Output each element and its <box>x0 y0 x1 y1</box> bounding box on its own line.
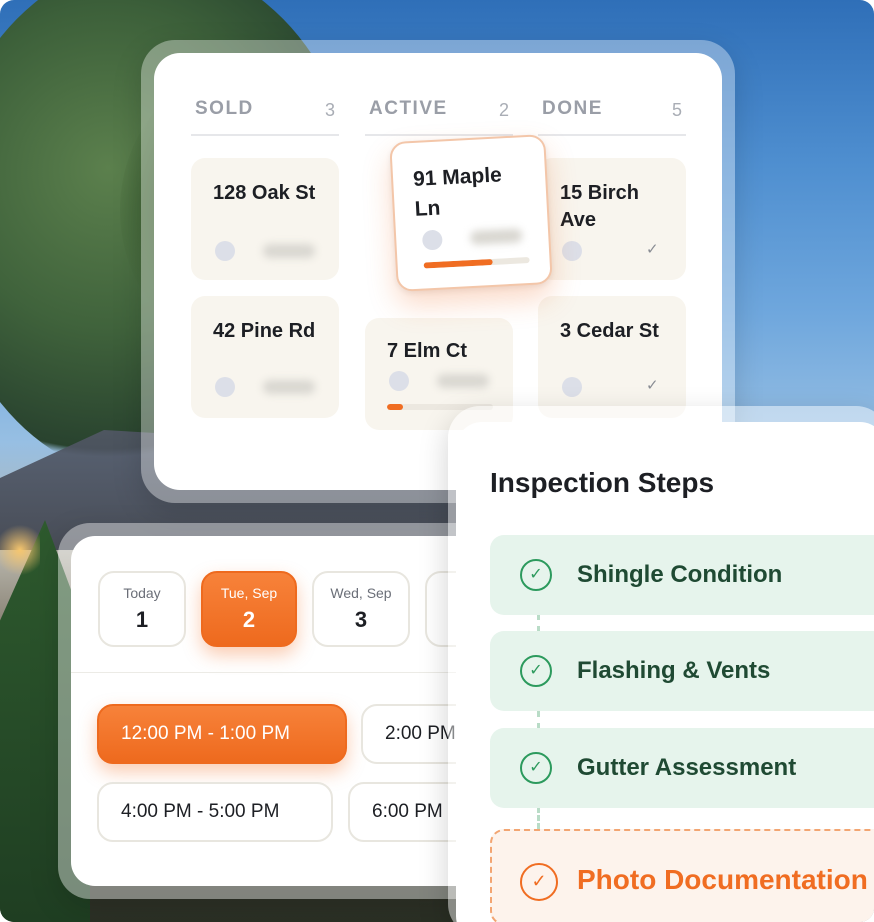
date-day: 2 <box>242 607 256 632</box>
step-label: Flashing & Vents <box>577 657 771 684</box>
property-address: 15 Birch Ave <box>560 182 639 231</box>
step-connector <box>537 807 540 829</box>
avatar <box>421 229 443 251</box>
step-label: Photo Documentation <box>577 864 868 895</box>
hero-illustration: SOLD 3 ACTIVE 2 DONE 5 128 Oak St 42 Pin… <box>0 0 874 922</box>
column-title: ACTIVE <box>369 98 448 119</box>
date-label: Wed, Sep <box>330 585 392 601</box>
step-label: Gutter Assessment <box>577 754 797 781</box>
blurred-meta <box>437 374 489 388</box>
blurred-meta <box>469 228 523 246</box>
property-address: 91 Maple Ln <box>412 163 503 221</box>
property-card[interactable]: 15 Birch Ave ✓ <box>538 158 686 280</box>
progress-bar <box>423 257 530 269</box>
step-label: Shingle Condition <box>577 561 783 588</box>
inspection-step[interactable]: ✓ Shingle Condition <box>490 535 874 615</box>
column-title: SOLD <box>195 98 254 119</box>
dragged-property-card[interactable]: 91 Maple Ln <box>389 134 553 292</box>
check-icon: ✓ <box>646 377 659 394</box>
date-option[interactable]: Wed, Sep 3 <box>312 571 410 647</box>
avatar <box>215 377 235 397</box>
column-header-done: DONE 5 <box>538 98 686 136</box>
date-label: Today <box>123 585 161 601</box>
column-title: DONE <box>542 98 603 119</box>
avatar <box>389 371 409 391</box>
avatar <box>215 241 235 261</box>
date-option-selected[interactable]: Tue, Sep 2 <box>201 571 297 647</box>
avatar <box>562 241 582 261</box>
blurred-meta <box>263 380 315 394</box>
inspection-step[interactable]: ✓ Flashing & Vents <box>490 631 874 711</box>
inspection-step[interactable]: ✓ Gutter Assessment <box>490 728 874 808</box>
inspection-step-pending[interactable]: ✓ Photo Documentation <box>490 829 874 922</box>
property-address: 128 Oak St <box>213 182 316 204</box>
property-card[interactable]: 42 Pine Rd <box>191 296 339 418</box>
step-connector <box>537 614 540 632</box>
column-header-sold: SOLD 3 <box>191 98 339 136</box>
column-header-active: ACTIVE 2 <box>365 98 513 136</box>
background-lamp-glow <box>0 520 40 580</box>
blurred-meta <box>263 244 315 258</box>
check-icon: ✓ <box>646 241 659 258</box>
progress-fill-elm <box>387 404 403 410</box>
date-day: 3 <box>354 607 368 632</box>
check-circle-icon: ✓ <box>520 752 552 784</box>
check-circle-icon: ✓ <box>520 655 552 687</box>
date-label: Tue, Sep <box>220 585 278 601</box>
column-count: 2 <box>498 100 509 120</box>
column-count: 3 <box>324 100 335 120</box>
column-count: 5 <box>671 100 682 120</box>
inspection-title: Inspection Steps <box>490 467 715 498</box>
property-address: 42 Pine Rd <box>213 320 316 342</box>
progress-fill-maple <box>423 258 493 269</box>
time-slot-selected[interactable]: 12:00 PM - 1:00 PM <box>97 704 347 764</box>
avatar <box>562 377 582 397</box>
property-address: 7 Elm Ct <box>387 340 468 362</box>
property-card[interactable]: 128 Oak St <box>191 158 339 280</box>
date-day: 1 <box>135 607 149 632</box>
time-slot[interactable]: 4:00 PM - 5:00 PM <box>97 782 333 842</box>
check-circle-icon: ✓ <box>520 863 558 901</box>
property-card[interactable]: 3 Cedar St ✓ <box>538 296 686 418</box>
date-option-today[interactable]: Today 1 <box>98 571 186 647</box>
check-circle-icon: ✓ <box>520 559 552 591</box>
step-connector <box>537 711 540 729</box>
property-address: 3 Cedar St <box>560 320 659 342</box>
